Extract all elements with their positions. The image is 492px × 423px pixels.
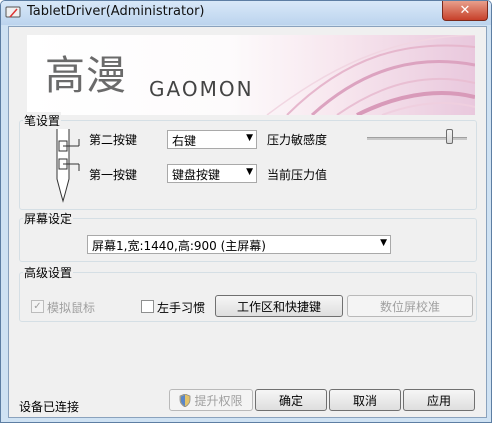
second-key-value: 右键 [172,134,197,148]
shield-icon [180,393,191,407]
title-bar[interactable]: TabletDriver(Administrator) ✕ [1,1,491,25]
slider-thumb[interactable] [446,129,453,144]
simulate-mouse-checkbox[interactable]: ✓ [31,300,44,313]
digitizer-calibration-label: 数位屏校准 [379,299,440,314]
left-hand-label: 左手习惯 [157,301,206,315]
screen-settings-label: 屏幕设定 [23,210,74,227]
advanced-settings-label: 高级设置 [23,264,74,281]
pen-diagram [56,129,80,203]
left-hand-checkbox[interactable] [141,300,154,313]
apply-label: 应用 [426,393,451,408]
screen-select[interactable]: 屏幕1,宽:1440,高:900 (主屏幕) ▼ [87,235,391,254]
second-key-select[interactable]: 右键 ▼ [167,130,257,149]
elevate-privileges-label: 提升权限 [194,393,243,408]
brand-banner: 高漫 GAOMON [27,35,475,115]
screen-value: 屏幕1,宽:1440,高:900 (主屏幕) [92,239,266,253]
pen-settings-label: 笔设置 [23,112,62,129]
chevron-down-icon: ▼ [380,238,387,248]
elevate-privileges-button[interactable]: 提升权限 [169,389,253,411]
work-area-shortcuts-button[interactable]: 工作区和快捷键 [215,295,343,317]
logo-english: GAOMON [149,77,254,101]
chevron-down-icon: ▼ [246,167,253,177]
cancel-button[interactable]: 取消 [329,389,401,411]
ok-label: 确定 [278,393,303,408]
first-key-value: 键盘按键 [172,168,221,182]
first-key-select[interactable]: 键盘按键 ▼ [167,164,257,183]
close-button[interactable]: ✕ [442,1,488,21]
main-panel: 高漫 GAOMON 笔设置 第二按键 右键 ▼ 压力敏感度 第一按键 键盘按键 [8,26,487,418]
digitizer-calibration-button[interactable]: 数位屏校准 [347,295,473,317]
window-title: TabletDriver(Administrator) [27,4,205,19]
pressure-sensitivity-slider[interactable] [367,129,467,147]
cancel-label: 取消 [352,393,377,408]
chevron-down-icon: ▼ [246,133,253,143]
ok-button[interactable]: 确定 [255,389,327,411]
work-area-shortcuts-label: 工作区和快捷键 [236,299,321,314]
apply-button[interactable]: 应用 [403,389,475,411]
second-key-label: 第二按键 [89,133,138,147]
pressure-sensitivity-label: 压力敏感度 [267,133,328,147]
first-key-label: 第一按键 [89,168,138,182]
logo-chinese: 高漫 [45,53,127,99]
connection-status: 设备已连接 [19,400,80,414]
current-pressure-label: 当前压力值 [267,168,328,182]
tablet-icon [5,6,21,18]
simulate-mouse-label: 模拟鼠标 [47,301,96,315]
app-window: TabletDriver(Administrator) ✕ 高漫 GAOMON … [0,0,492,423]
close-icon: ✕ [459,3,471,18]
